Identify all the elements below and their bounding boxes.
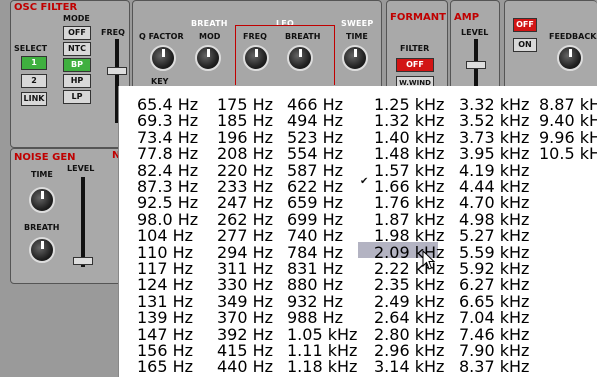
formant-off-button[interactable]: OFF xyxy=(396,58,434,72)
noise-level-slider-handle[interactable] xyxy=(73,257,93,265)
checkmark-icon: ✔ xyxy=(360,176,369,187)
mod-label: MOD xyxy=(199,32,221,41)
synth-editor-window: OSC FILTER MODE FREQ SELECT OFF NTC BP H… xyxy=(0,0,597,377)
lfo-breath-label: BREATH xyxy=(285,32,321,41)
frequency-menu-item[interactable]: 165 Hz xyxy=(137,357,193,376)
select-2-button[interactable]: 2 xyxy=(21,74,47,88)
feedback-off-button[interactable]: OFF xyxy=(513,18,537,32)
q-factor-label: Q FACTOR xyxy=(139,32,184,41)
noise-time-knob[interactable] xyxy=(29,187,55,213)
link-button[interactable]: LINK xyxy=(21,92,47,106)
noise-breath-label: BREATH xyxy=(24,223,60,232)
frequency-menu-item[interactable]: 1.18 kHz xyxy=(287,357,357,376)
freq-label: FREQ xyxy=(101,28,125,37)
breath-mod-knob[interactable] xyxy=(195,45,221,71)
noise-level-slider-track[interactable] xyxy=(81,177,85,267)
filter-off-button[interactable]: OFF xyxy=(63,26,91,40)
sweep-section-title: SWEEP xyxy=(341,19,374,28)
frequency-menu-item[interactable]: 8.37 kHz xyxy=(459,357,529,376)
osc-filter-title: OSC FILTER xyxy=(14,2,78,13)
amp-level-slider-handle[interactable] xyxy=(466,61,486,69)
filter-bp-button[interactable]: BP xyxy=(63,58,91,72)
q-factor-knob[interactable] xyxy=(150,45,176,71)
frequency-menu-item[interactable]: 3.14 kHz xyxy=(374,357,444,376)
filter-ntc-button[interactable]: NTC xyxy=(63,42,91,56)
noise-time-label: TIME xyxy=(31,170,53,179)
lfo-freq-knob[interactable] xyxy=(243,45,269,71)
frequency-popup-menu: 65.4 Hz 69.3 Hz 73.4 Hz 77.8 Hz 82.4 Hz 87.3 … xyxy=(118,86,597,377)
noise-level-label: LEVEL xyxy=(67,164,95,173)
sweep-time-knob[interactable] xyxy=(342,45,368,71)
osc-freq-slider-handle[interactable] xyxy=(107,67,127,75)
lfo-breath-knob[interactable] xyxy=(287,45,313,71)
noise-gen-title: NOISE GEN xyxy=(14,152,76,163)
feedback-knob[interactable] xyxy=(557,45,583,71)
osc-filter-panel: OSC FILTER MODE FREQ SELECT OFF NTC BP H… xyxy=(10,0,130,148)
feedback-label: FEEDBACK xyxy=(549,32,597,41)
sweep-time-label: TIME xyxy=(346,32,368,41)
mode-label: MODE xyxy=(63,14,90,23)
select-label: SELECT xyxy=(14,44,48,53)
feedback-on-button[interactable]: ON xyxy=(513,38,537,52)
mouse-pointer-icon xyxy=(422,250,436,270)
key-label: KEY xyxy=(151,77,169,86)
lfo-freq-label: FREQ xyxy=(243,32,267,41)
noise-gen-panel: NOISE GEN TIME LEVEL BREATH xyxy=(10,148,130,284)
amp-title: AMP xyxy=(454,12,480,23)
amp-level-label: LEVEL xyxy=(461,28,489,37)
filter-hp-button[interactable]: HP xyxy=(63,74,91,88)
frequency-menu-item[interactable]: 10.5 kHz xyxy=(539,144,597,163)
frequency-menu-item[interactable]: 440 Hz xyxy=(217,357,273,376)
noise-breath-knob[interactable] xyxy=(29,237,55,263)
breath-section-title: BREATH xyxy=(191,19,228,28)
formant-title: FORMANT xyxy=(390,12,446,23)
formant-filter-label: FILTER xyxy=(400,44,430,53)
filter-lp-button[interactable]: LP xyxy=(63,90,91,104)
select-1-button[interactable]: 1 xyxy=(21,56,47,70)
